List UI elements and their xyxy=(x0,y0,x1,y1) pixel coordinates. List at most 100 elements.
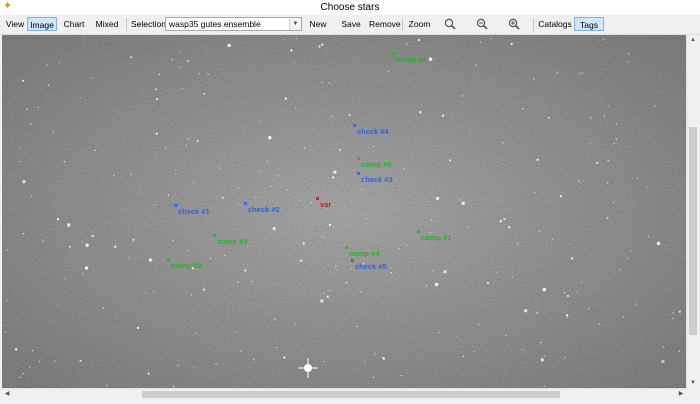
star xyxy=(522,349,524,351)
star-field-image[interactable]: comp #6 check #4 comp #5 check #3 check … xyxy=(2,35,686,388)
star xyxy=(468,130,471,132)
tags-button[interactable]: Tags xyxy=(574,17,604,31)
star xyxy=(172,239,174,241)
star xyxy=(251,281,253,283)
star xyxy=(365,217,367,220)
star xyxy=(479,41,481,43)
star xyxy=(26,108,28,110)
catalogs-button[interactable]: Catalogs xyxy=(538,17,572,31)
scroll-left-icon[interactable]: ◀ xyxy=(2,389,12,400)
star xyxy=(42,240,44,242)
star xyxy=(556,71,558,73)
star xyxy=(283,356,286,359)
star xyxy=(147,372,150,375)
marker-point xyxy=(345,246,348,249)
mixed-button[interactable]: Mixed xyxy=(93,17,121,31)
star xyxy=(318,45,321,48)
star xyxy=(227,43,231,48)
marker-point xyxy=(357,157,360,160)
star xyxy=(56,218,60,221)
star xyxy=(613,142,616,145)
star xyxy=(648,236,650,238)
marker-label: comp #4 xyxy=(349,249,380,258)
star xyxy=(372,376,375,378)
star xyxy=(155,88,158,91)
scroll-right-icon[interactable]: ▶ xyxy=(676,389,686,400)
star xyxy=(323,292,325,294)
horizontal-scrollbar[interactable]: ◀ ▶ xyxy=(2,388,686,400)
star xyxy=(462,355,464,358)
star xyxy=(323,360,325,363)
save-as-button[interactable]: Save as... xyxy=(334,17,368,43)
image-button[interactable]: Image xyxy=(27,17,57,31)
zoom-out-icon[interactable] xyxy=(476,18,488,30)
star xyxy=(253,358,255,360)
star xyxy=(536,158,539,161)
zoom-in-icon[interactable] xyxy=(508,18,520,30)
star xyxy=(79,359,82,362)
star xyxy=(434,282,439,287)
star xyxy=(218,167,220,169)
star xyxy=(298,200,300,202)
scrollbar-thumb[interactable] xyxy=(689,127,697,335)
star xyxy=(566,316,568,318)
star xyxy=(390,272,392,274)
star xyxy=(113,174,115,176)
star xyxy=(622,316,625,318)
view-button[interactable]: View xyxy=(4,17,26,31)
star xyxy=(522,108,524,110)
chevron-down-icon[interactable]: ▼ xyxy=(289,18,301,30)
marker-point xyxy=(357,172,360,175)
marker-label: check #4 xyxy=(357,127,389,136)
star xyxy=(564,357,566,359)
star xyxy=(106,384,108,387)
toolbar: View Image Chart Mixed Selection wasp35 … xyxy=(0,15,700,43)
vertical-scrollbar[interactable]: ▲ ▼ xyxy=(686,35,699,388)
star-field-canvas xyxy=(2,35,686,388)
zoom-fit-icon[interactable] xyxy=(444,18,456,30)
star xyxy=(82,273,84,275)
star xyxy=(332,176,335,179)
star xyxy=(54,360,56,362)
star xyxy=(268,136,272,140)
star xyxy=(678,310,681,313)
star xyxy=(180,66,182,68)
star xyxy=(510,42,513,45)
star xyxy=(304,147,306,149)
star xyxy=(533,78,535,80)
star xyxy=(30,123,32,125)
star xyxy=(81,241,83,243)
star xyxy=(613,202,615,204)
star xyxy=(321,81,323,83)
star xyxy=(114,245,117,248)
star xyxy=(449,159,452,162)
star xyxy=(154,204,156,206)
chart-button[interactable]: Chart xyxy=(61,17,87,31)
star xyxy=(387,70,389,72)
scroll-up-icon[interactable]: ▲ xyxy=(687,35,699,45)
star xyxy=(607,182,609,184)
star xyxy=(209,257,212,259)
star xyxy=(287,189,289,191)
scroll-down-icon[interactable]: ▼ xyxy=(687,378,699,388)
star xyxy=(19,161,21,163)
star xyxy=(348,114,351,117)
scrollbar-thumb[interactable] xyxy=(142,391,560,398)
selection-dropdown[interactable]: wasp35 gutes ensemble ▼ xyxy=(165,17,302,31)
star xyxy=(185,144,187,146)
star xyxy=(505,335,507,337)
star xyxy=(406,43,408,45)
star xyxy=(390,267,392,269)
star xyxy=(551,238,553,240)
star xyxy=(90,77,93,79)
star xyxy=(635,303,638,305)
star xyxy=(158,73,160,76)
remove-button[interactable]: Remove xyxy=(369,17,401,31)
star xyxy=(258,121,261,123)
star xyxy=(432,270,434,272)
new-button[interactable]: New xyxy=(307,17,329,31)
marker-point xyxy=(316,197,319,200)
star xyxy=(628,61,630,63)
star xyxy=(430,219,433,221)
star xyxy=(678,350,681,352)
